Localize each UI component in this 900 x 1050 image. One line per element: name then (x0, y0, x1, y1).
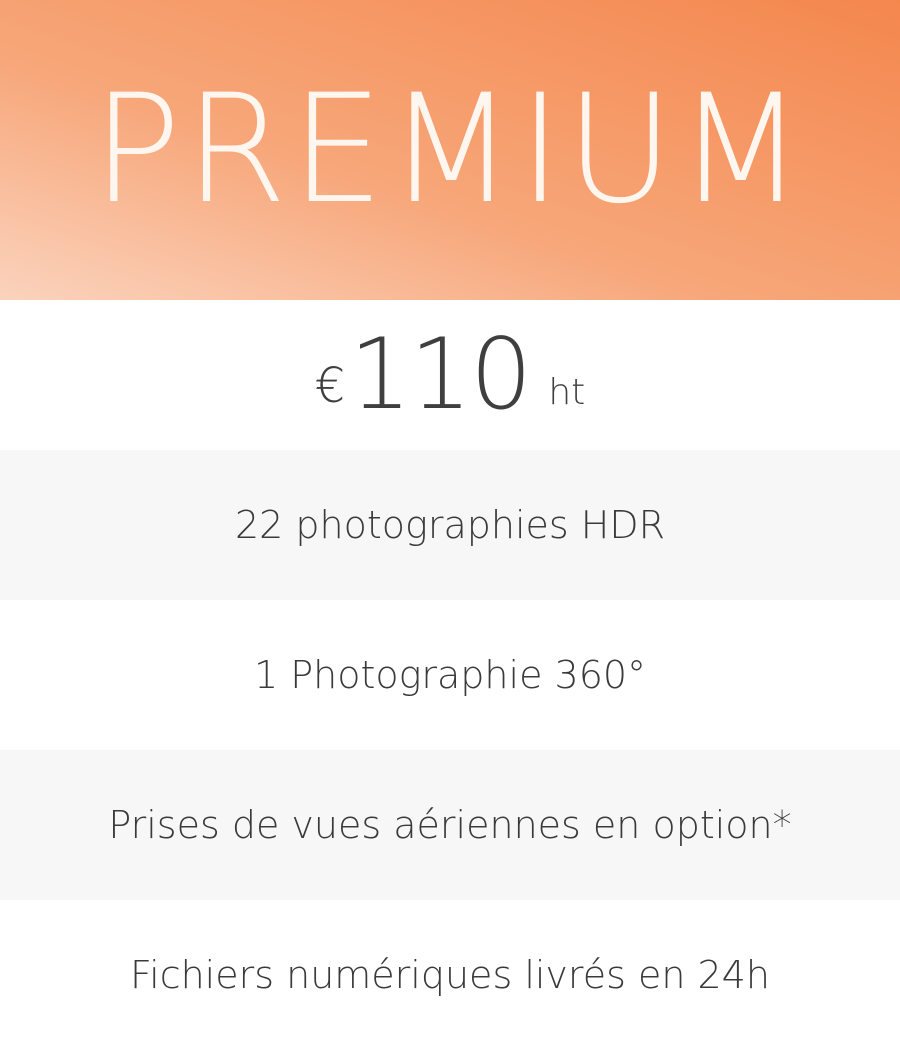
feature-item: 22 photographies HDR (0, 450, 900, 600)
price-currency: € (314, 358, 346, 414)
pricing-card: PREMIUM € 110 ht 22 photographies HDR 1 … (0, 0, 900, 1050)
price-suffix: ht (548, 372, 586, 413)
feature-label: 1 Photographie 360° (253, 653, 647, 697)
price-row: € 110 ht (0, 300, 900, 450)
feature-label: Fichiers numériques livrés en 24h (130, 953, 770, 997)
feature-label: 22 photographies HDR (234, 503, 665, 547)
feature-item: 1 Photographie 360° (0, 600, 900, 750)
price-amount: 110 (349, 318, 532, 432)
feature-item: Fichiers numériques livrés en 24h (0, 900, 900, 1050)
plan-title: PREMIUM (92, 63, 808, 237)
feature-label: Prises de vues aériennes en option* (108, 803, 792, 847)
price: € 110 ht (315, 326, 586, 424)
feature-item: Prises de vues aériennes en option* (0, 750, 900, 900)
plan-header: PREMIUM (0, 0, 900, 300)
